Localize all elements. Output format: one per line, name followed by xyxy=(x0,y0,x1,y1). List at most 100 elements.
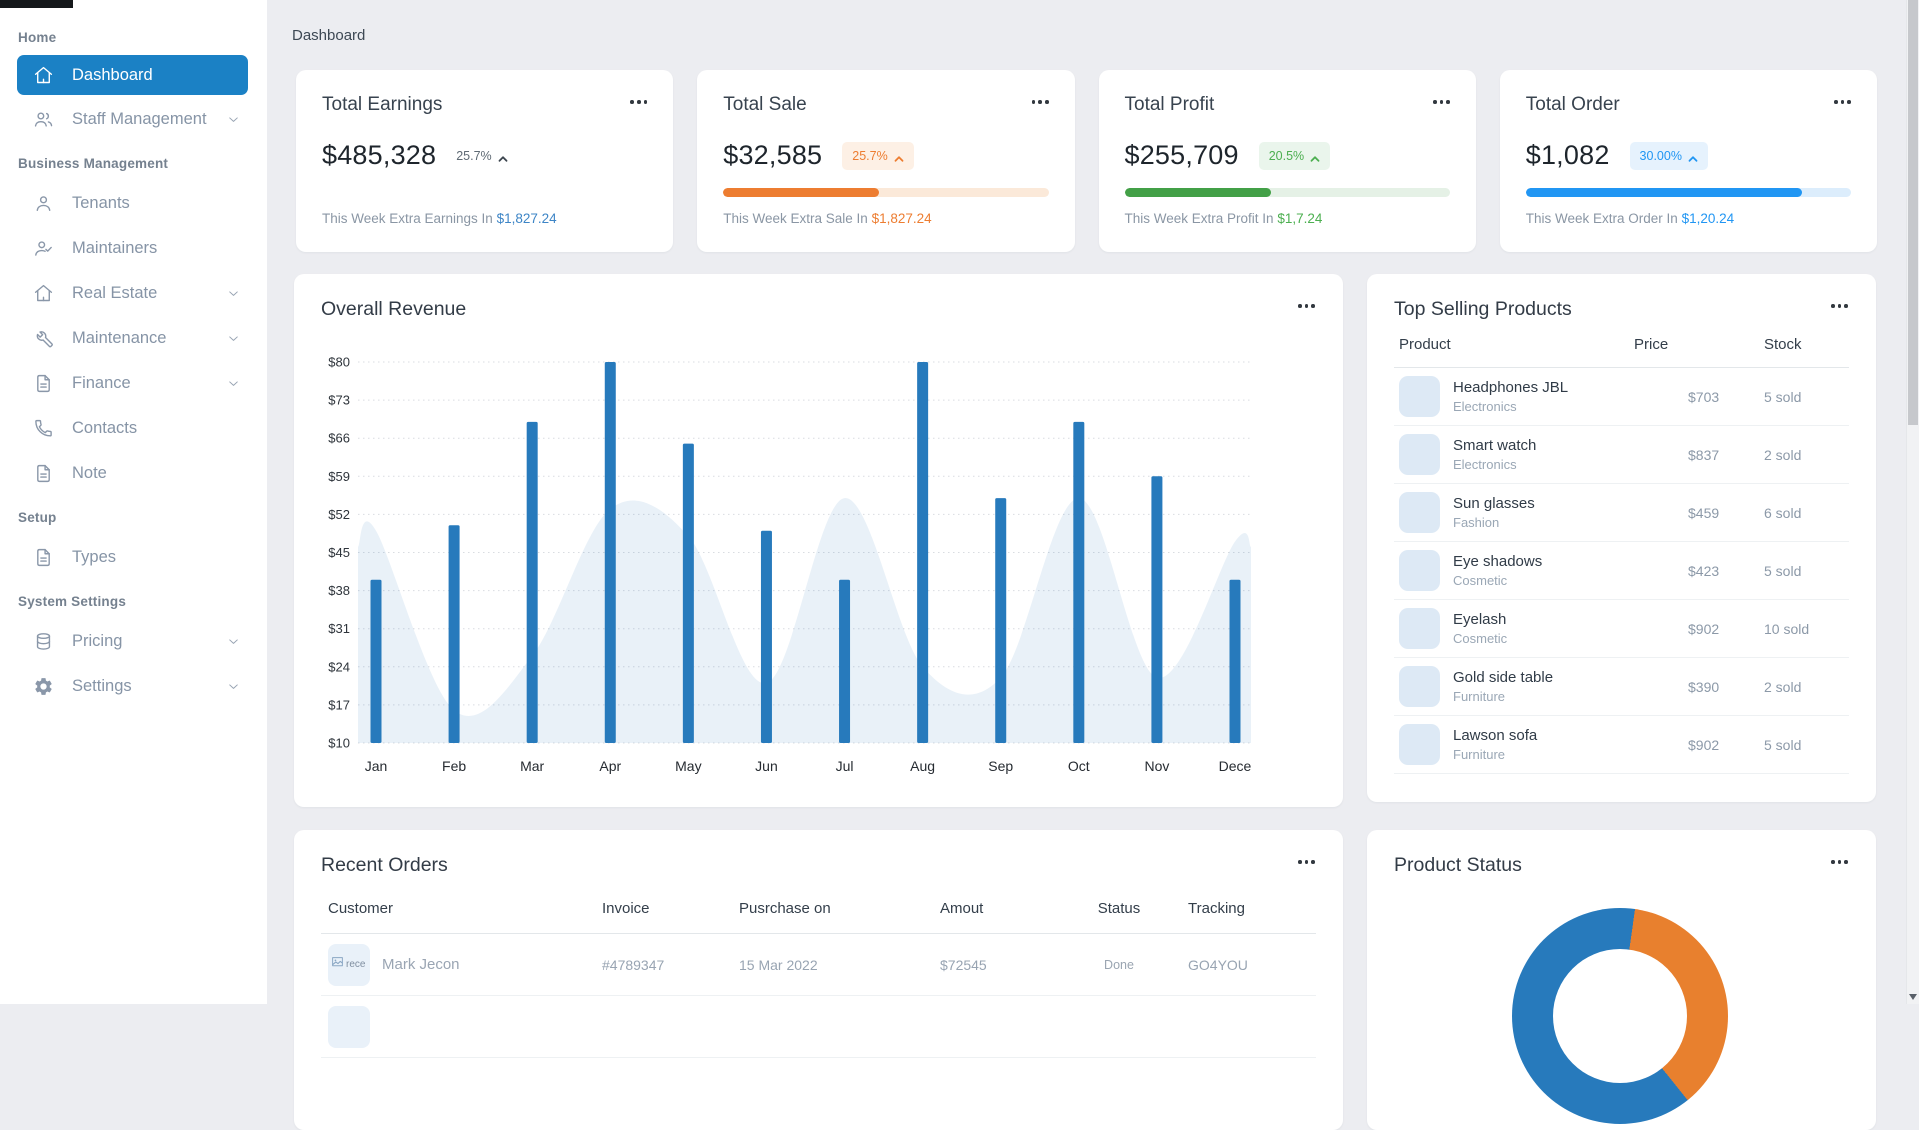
chevron-down-icon[interactable] xyxy=(226,112,241,127)
home-icon xyxy=(33,65,54,86)
col-tracking: Tracking xyxy=(1188,900,1245,917)
order-row: rece Mark Jecon #4789347 15 Mar 2022 $72545 D… xyxy=(321,934,1316,996)
caret-up-icon xyxy=(498,152,508,162)
more-menu-icon[interactable] xyxy=(1031,100,1049,104)
more-menu-icon[interactable] xyxy=(630,100,648,104)
sidebar-item-tenants[interactable]: Tenants xyxy=(0,181,267,226)
more-menu-icon[interactable] xyxy=(1834,100,1851,104)
footer-text: This Week Extra Profit In xyxy=(1124,211,1278,226)
product-row: Eyelash Cosmetic $902 10 sold xyxy=(1394,600,1849,658)
revenue-bar-mar xyxy=(526,421,538,743)
sidebar-item-settings[interactable]: Settings xyxy=(0,664,267,709)
product-thumbnail xyxy=(1399,608,1440,649)
product-category: Cosmetic xyxy=(1453,631,1508,646)
col-status: Status xyxy=(1097,900,1141,917)
chevron-down-icon[interactable] xyxy=(226,376,241,391)
donut-hole xyxy=(1553,949,1687,1083)
product-name: Smart watch xyxy=(1453,437,1537,454)
sidebar-item-contacts[interactable]: Contacts xyxy=(0,406,267,451)
product-stock: 5 sold xyxy=(1764,562,1802,579)
stat-card-title: Total Earnings xyxy=(322,94,443,115)
product-category: Cosmetic xyxy=(1453,573,1508,588)
database-icon xyxy=(33,631,54,652)
progress-bar xyxy=(1525,188,1851,197)
product-stock: 5 sold xyxy=(1764,736,1802,753)
revenue-bar-chart: $10 $17 $24 $31 $38 $45 $52 $59 $66 $73 $80 Jan Feb M… xyxy=(328,355,1251,775)
revenue-bar-may xyxy=(682,443,694,743)
y-axis-tick-label: $73 xyxy=(328,393,350,408)
overall-revenue-panel: Overall Revenue $10 $17 $24 $31 $38 $45 $52 $59… xyxy=(294,274,1343,807)
file-icon xyxy=(33,547,54,568)
x-axis-tick-label: Sep xyxy=(988,758,1013,774)
file-icon xyxy=(33,373,54,394)
product-price: $837 xyxy=(1688,446,1720,463)
footer-amount: $1,20.24 xyxy=(1681,211,1735,226)
col-product: Product xyxy=(1399,336,1451,353)
chevron-down-icon[interactable] xyxy=(226,331,241,346)
product-name: Sun glasses xyxy=(1453,495,1535,512)
product-price: $390 xyxy=(1688,678,1720,695)
chevron-down-icon[interactable] xyxy=(226,286,241,301)
sidebar-item-types[interactable]: Types xyxy=(0,535,267,580)
more-menu-icon[interactable] xyxy=(1831,860,1848,864)
sidebar-item-staff-management[interactable]: Staff Management xyxy=(0,97,267,142)
percent-change-badge: 25.7% xyxy=(842,141,914,170)
product-thumbnail xyxy=(1399,724,1440,765)
sidebar-item-finance[interactable]: Finance xyxy=(0,361,267,406)
revenue-bar-nov xyxy=(1151,476,1163,743)
stat-card-footer: This Week Extra Earnings In $1,827.24 xyxy=(322,211,557,226)
revenue-bar-dece xyxy=(1229,579,1241,743)
products-table: Product Price Stock Headphones JBL Electr… xyxy=(1394,336,1849,774)
x-axis-tick-label: Mar xyxy=(520,758,544,774)
recent-orders-title: Recent Orders xyxy=(321,854,448,876)
col-amount: Amout xyxy=(940,900,984,917)
sidebar-item-label: Dashboard xyxy=(72,65,153,84)
progress-bar-fill xyxy=(1525,188,1803,197)
x-axis-tick-label: Jul xyxy=(836,758,854,774)
customer-name: Mark Jecon xyxy=(382,956,460,973)
sidebar-item-dashboard[interactable]: Dashboard xyxy=(17,55,248,95)
order-amount: $72545 xyxy=(940,956,987,973)
percent-change-value: 20.5% xyxy=(1268,148,1305,163)
product-name: Headphones JBL xyxy=(1453,379,1569,396)
sidebar-section-label: Business Management xyxy=(18,156,169,171)
sidebar-item-maintainers[interactable]: Maintainers xyxy=(0,226,267,271)
sidebar-item-pricing[interactable]: Pricing xyxy=(0,619,267,664)
sidebar-item-label: Tenants xyxy=(72,194,130,212)
sidebar-item-label: Real Estate xyxy=(72,284,158,302)
chevron-down-icon[interactable] xyxy=(226,679,241,694)
col-stock: Stock xyxy=(1764,336,1802,353)
percent-change-badge: 30.00% xyxy=(1629,141,1708,170)
more-menu-icon[interactable] xyxy=(1432,100,1450,104)
orders-table: Customer Invoice Pusrchase on Amout Stat… xyxy=(321,900,1316,1058)
stat-value: $32,585 xyxy=(723,140,823,170)
product-info: Gold side table Furniture xyxy=(1453,669,1688,704)
product-name: Eyelash xyxy=(1453,611,1507,628)
x-axis-tick-label: Jun xyxy=(755,758,778,774)
sidebar-item-real-estate[interactable]: Real Estate xyxy=(0,271,267,316)
sidebar-item-maintenance[interactable]: Maintenance xyxy=(0,316,267,361)
broken-image-placeholder: rece xyxy=(328,943,370,986)
percent-change-value: 30.00% xyxy=(1639,148,1682,163)
sidebar-item-label: Note xyxy=(72,464,107,482)
top-selling-products-panel: Top Selling Products Product Price Stock… xyxy=(1367,274,1876,802)
y-axis-tick-label: $24 xyxy=(328,659,350,674)
product-category: Electronics xyxy=(1453,457,1517,472)
broken-image-icon xyxy=(331,956,344,973)
users-icon xyxy=(33,109,54,130)
product-thumbnail xyxy=(1399,376,1440,417)
product-row: Eye shadows Cosmetic $423 5 sold xyxy=(1394,542,1849,600)
sidebar-nav: Home Dashboard Staff Management Business Ma… xyxy=(0,0,267,709)
scrollbar-thumb[interactable] xyxy=(1908,0,1918,425)
total-order-card: Total Order $1,082 30.00% This Week Extra O… xyxy=(1499,70,1877,252)
order-purchase-date: 15 Mar 2022 xyxy=(739,956,818,973)
image-alt-text: rece xyxy=(346,959,366,970)
sidebar-item-label: Settings xyxy=(72,677,132,695)
sidebar-item-note[interactable]: Note xyxy=(0,451,267,496)
product-stock: 5 sold xyxy=(1764,388,1802,405)
more-menu-icon[interactable] xyxy=(1298,860,1315,864)
home-icon xyxy=(33,283,54,304)
chevron-down-icon[interactable] xyxy=(226,634,241,649)
scrollbar-down-arrow[interactable] xyxy=(1909,994,1917,1000)
more-menu-icon[interactable] xyxy=(1831,304,1848,308)
